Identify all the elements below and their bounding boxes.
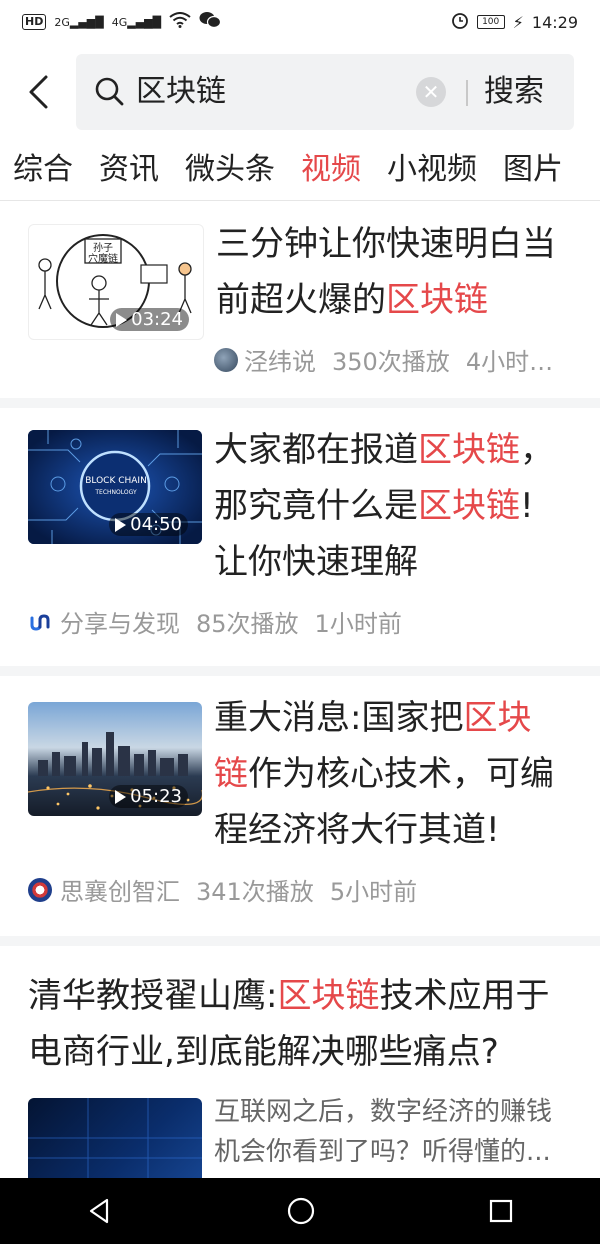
author-name: 思襄创智汇 (60, 878, 180, 906)
video-result[interactable]: 05:23 重大消息:国家把区块链作为核心技术，可编程经济将大行其道! 思襄创智… (0, 676, 600, 936)
tab-video[interactable]: 视频 (288, 140, 374, 200)
tab-comprehensive[interactable]: 综合 (0, 140, 86, 200)
article-description: 互联网之后，数字经济的赚钱机会你看到了吗？听得懂的... (214, 1097, 553, 1167)
play-icon (116, 312, 128, 327)
status-left: HD 2G▂▄▆█ 4G▂▄▆█ (22, 11, 222, 33)
video-meta: 思襄创智汇 341次播放 5小时前 (28, 872, 417, 907)
search-divider (466, 80, 468, 106)
chevron-left-icon (29, 75, 48, 109)
avatar (214, 347, 238, 372)
search-icon (95, 77, 124, 106)
play-icon (115, 789, 127, 804)
video-thumbnail[interactable]: 孙子 穴魔链 03:24 (28, 224, 204, 340)
nav-home-icon[interactable] (285, 1195, 317, 1227)
title-highlight: 区块链 (277, 976, 380, 1016)
search-button[interactable]: 搜索 (484, 72, 544, 112)
author-name: 泾纬说 (244, 348, 316, 376)
publish-time: 1小时前 (314, 610, 402, 638)
wechat-icon (199, 11, 222, 33)
tech-thumbnail (28, 1098, 202, 1178)
video-title[interactable]: 三分钟让你快速明白当前超火爆的区块链 (216, 216, 566, 328)
nav-back-icon[interactable] (85, 1196, 115, 1226)
duration-badge: 05:23 (109, 785, 188, 808)
title-text-post: 作为核心技术，可编程经济将大行其道! (214, 754, 554, 850)
nav-recents-icon[interactable] (487, 1197, 515, 1225)
article-result[interactable]: 清华教授翟山鹰:区块链技术应用于电商行业,到底能解决哪些痛点? 互联网之后，数字… (0, 946, 600, 1178)
play-count: 341次播放 (196, 878, 314, 906)
author-block[interactable]: 分享与发现 (28, 604, 180, 639)
video-thumbnail[interactable]: BLOCK CHAIN TECHNOLOGY 04:50 (28, 430, 202, 544)
tab-weitoutiao[interactable]: 微头条 (172, 140, 288, 200)
tabs-divider (0, 200, 600, 201)
title-text: 重大消息:国家把 (214, 698, 464, 738)
signal-2g-icon: 2G▂▄▆█ (54, 15, 104, 29)
search-box[interactable]: 区块链 ✕ 搜索 (76, 54, 574, 130)
alarm-icon (451, 11, 469, 33)
duration-label: 03:24 (131, 309, 183, 330)
video-thumbnail[interactable] (28, 1098, 202, 1178)
wifi-icon (169, 12, 191, 32)
system-navigation-bar (0, 1178, 600, 1244)
play-count: 350次播放 (332, 348, 450, 376)
author-block[interactable]: 泾纬说 (214, 342, 316, 377)
video-meta: 泾纬说 350次播放 4小时… (214, 342, 553, 377)
video-thumbnail[interactable]: 05:23 (28, 702, 202, 816)
video-title[interactable]: 重大消息:国家把区块链作为核心技术，可编程经济将大行其道! (214, 690, 564, 858)
clear-icon[interactable]: ✕ (416, 77, 446, 107)
play-icon (115, 517, 127, 532)
clock: 14:29 (531, 12, 578, 32)
video-result[interactable]: BLOCK CHAIN TECHNOLOGY 04:50 大家都在报道区块链，那… (0, 408, 600, 660)
item-separator (0, 398, 600, 408)
tab-images[interactable]: 图片 (490, 140, 576, 200)
duration-badge: 03:24 (110, 308, 189, 331)
duration-label: 05:23 (130, 786, 182, 807)
title-text: 清华教授翟山鹰: (28, 976, 278, 1016)
author-block[interactable]: 思襄创智汇 (28, 872, 180, 907)
title-highlight: 区块链 (386, 280, 488, 320)
item-separator (0, 666, 600, 676)
status-right: 100 ⚡ 14:29 (451, 11, 578, 33)
thumb-title: BLOCK CHAIN (85, 476, 147, 486)
avatar (28, 877, 52, 902)
tab-short-video[interactable]: 小视频 (374, 140, 490, 200)
play-count: 85次播放 (196, 610, 299, 638)
search-header: 区块链 ✕ 搜索 (0, 48, 600, 134)
video-title[interactable]: 大家都在报道区块链，那究竟什么是区块链!让你快速理解 (214, 422, 564, 590)
item-separator (0, 936, 600, 946)
signal-4g-icon: 4G▂▄▆█ (111, 15, 162, 29)
net1-label: 2G (54, 15, 70, 29)
back-button[interactable] (18, 70, 58, 114)
charging-icon: ⚡ (512, 12, 524, 32)
tab-news[interactable]: 资讯 (86, 140, 172, 200)
thumbnail-caption: 孙子 穴魔链 (88, 243, 118, 265)
hd-icon: HD (22, 14, 47, 30)
publish-time: 4小时… (465, 348, 554, 376)
title-highlight-2: 区块链 (418, 486, 520, 526)
title-text: 大家都在报道 (214, 430, 418, 470)
share-discover-logo-icon (30, 613, 50, 631)
duration-label: 04:50 (130, 514, 182, 535)
author-name: 分享与发现 (60, 610, 180, 638)
title-highlight: 区块链 (418, 430, 520, 470)
thumbnail-caption: BLOCK CHAIN TECHNOLOGY (82, 476, 150, 498)
video-meta: 分享与发现 85次播放 1小时前 (28, 604, 402, 639)
thumb-subtitle: TECHNOLOGY (95, 489, 137, 496)
status-bar: HD 2G▂▄▆█ 4G▂▄▆█ 100 ⚡ 14:29 (0, 0, 600, 44)
category-tabs: 综合 资讯 微头条 视频 小视频 图片 (0, 140, 600, 200)
battery-icon: 100 (476, 15, 505, 29)
net2-label: 4G (111, 15, 128, 29)
video-result[interactable]: 孙子 穴魔链 03:24 三分钟让你快速明白当前超火爆的区块链 泾纬说 350次… (0, 202, 600, 398)
publish-time: 5小时前 (329, 878, 418, 906)
duration-badge: 04:50 (109, 513, 188, 536)
search-input[interactable]: 区块链 (136, 72, 226, 112)
article-title[interactable]: 清华教授翟山鹰:区块链技术应用于电商行业,到底能解决哪些痛点? (28, 968, 568, 1080)
